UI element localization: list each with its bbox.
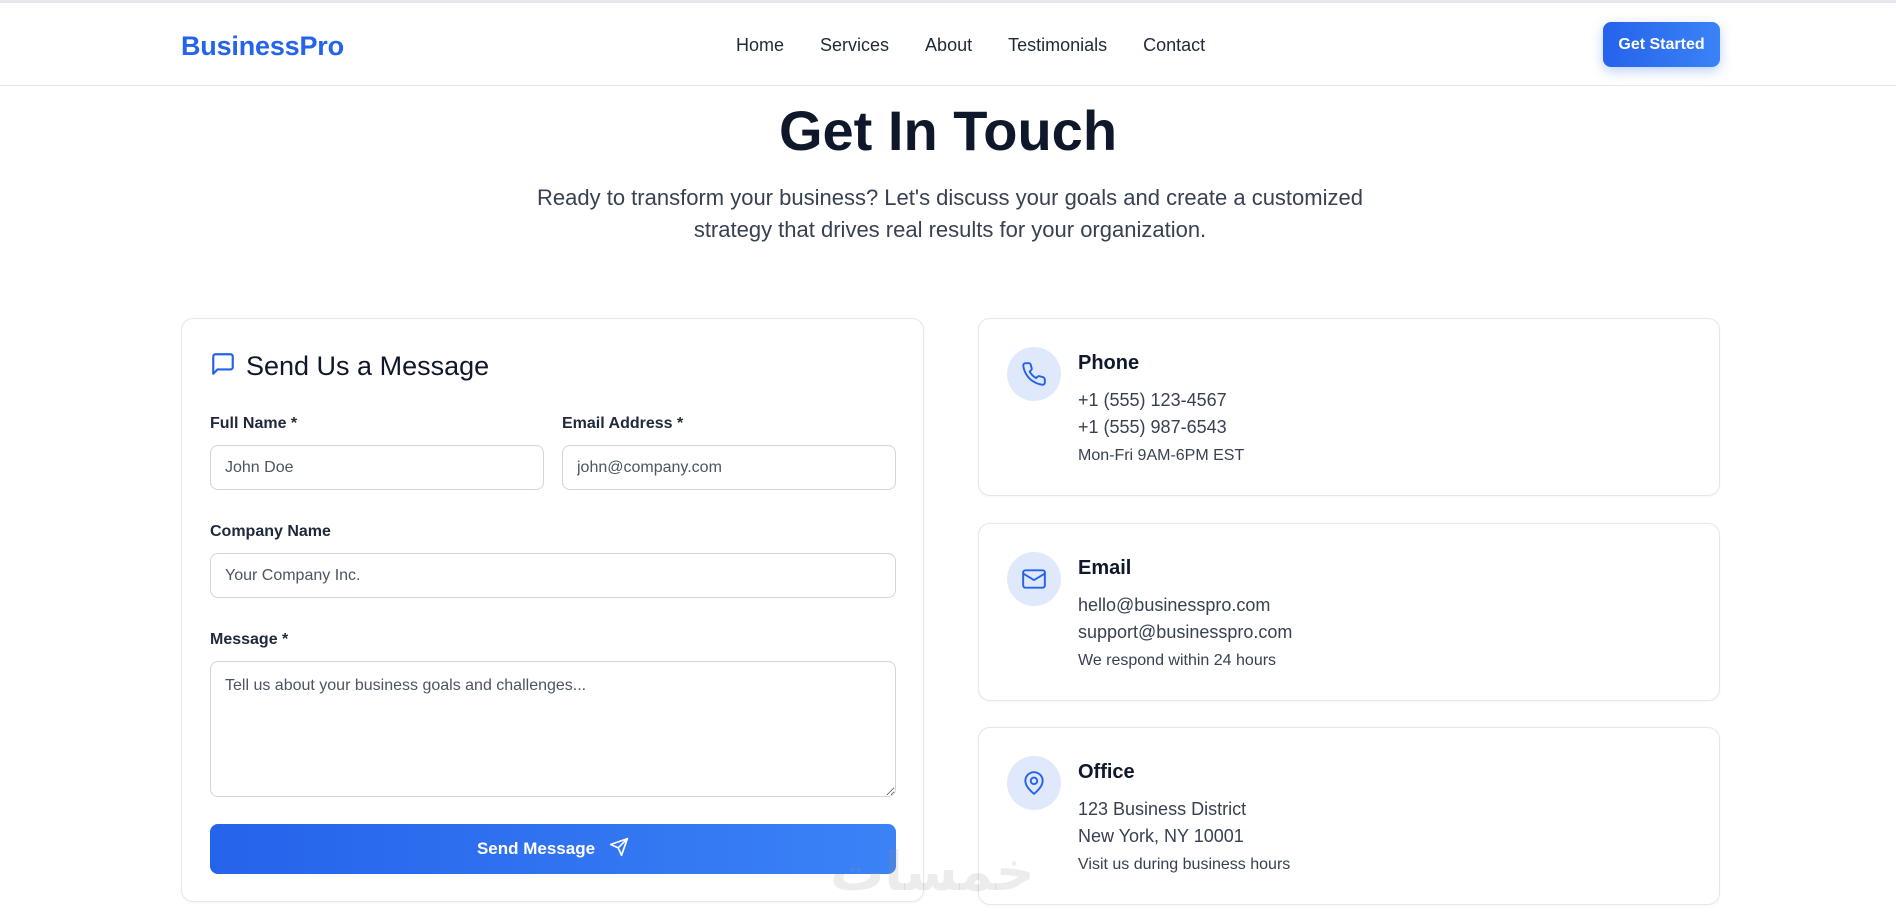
page-subtitle: Ready to transform your business? Let's …	[530, 182, 1370, 246]
email-title: Email	[1078, 557, 1132, 579]
send-message-label: Send Message	[476, 839, 596, 858]
nav-link-home[interactable]: Home	[736, 35, 784, 56]
full-name-input[interactable]	[210, 445, 544, 490]
email-card: Email hello@businesspro.com support@busi…	[978, 523, 1720, 701]
company-input[interactable]	[210, 553, 896, 598]
company-label: Company Name	[210, 523, 331, 540]
office-address-line-1: 123 Business District	[1078, 799, 1247, 819]
email-response-time: We respond within 24 hours	[1078, 652, 1277, 669]
mail-icon	[1007, 552, 1061, 606]
send-message-button[interactable]: Send Message	[210, 824, 896, 874]
nav-link-services[interactable]: Services	[820, 35, 889, 56]
message-square-icon	[210, 351, 236, 382]
nav-link-testimonials[interactable]: Testimonials	[1008, 35, 1107, 56]
phone-card: Phone +1 (555) 123-4567 +1 (555) 987-654…	[978, 318, 1720, 496]
map-pin-icon	[1007, 756, 1061, 810]
office-title: Office	[1078, 761, 1135, 783]
nav-link-contact[interactable]: Contact	[1143, 35, 1205, 56]
contact-form-card: Send Us a Message Full Name * Email Addr…	[181, 318, 924, 902]
page-subtitle-line-1: Ready to transform your business? Let's …	[537, 185, 1363, 210]
nav-link-about[interactable]: About	[925, 35, 972, 56]
email-address-secondary[interactable]: support@businesspro.com	[1078, 622, 1292, 643]
brand-logo[interactable]: BusinessPro	[181, 31, 344, 62]
phone-number-secondary[interactable]: +1 (555) 987-6543	[1078, 417, 1227, 438]
office-visit-note: Visit us during business hours	[1078, 856, 1291, 873]
page-subtitle-line-2: strategy that drives real results for yo…	[693, 217, 1207, 242]
message-textarea[interactable]	[210, 661, 896, 797]
office-card: Office 123 Business District New York, N…	[978, 727, 1720, 905]
watermark-logo: خمسات	[830, 840, 1035, 903]
email-input[interactable]	[562, 445, 896, 490]
full-name-label: Full Name *	[210, 415, 298, 432]
email-label: Email Address *	[562, 415, 684, 432]
form-title: Send Us a Message	[246, 351, 490, 381]
page-title: Get In Touch	[778, 99, 1118, 162]
navbar: BusinessPro Home Services About Testimon…	[0, 3, 1896, 86]
phone-number-primary[interactable]: +1 (555) 123-4567	[1078, 390, 1227, 411]
get-started-button[interactable]: Get Started	[1603, 22, 1720, 67]
office-address-line-2: New York, NY 10001	[1078, 826, 1244, 846]
phone-hours: Mon-Fri 9AM-6PM EST	[1078, 447, 1245, 464]
email-address-primary[interactable]: hello@businesspro.com	[1078, 595, 1270, 616]
message-label: Message *	[210, 631, 289, 648]
phone-icon	[1007, 347, 1061, 401]
phone-title: Phone	[1078, 352, 1140, 374]
form-header: Send Us a Message	[210, 351, 489, 382]
nav-links: Home Services About Testimonials Contact	[736, 35, 1205, 56]
send-icon	[609, 837, 629, 862]
